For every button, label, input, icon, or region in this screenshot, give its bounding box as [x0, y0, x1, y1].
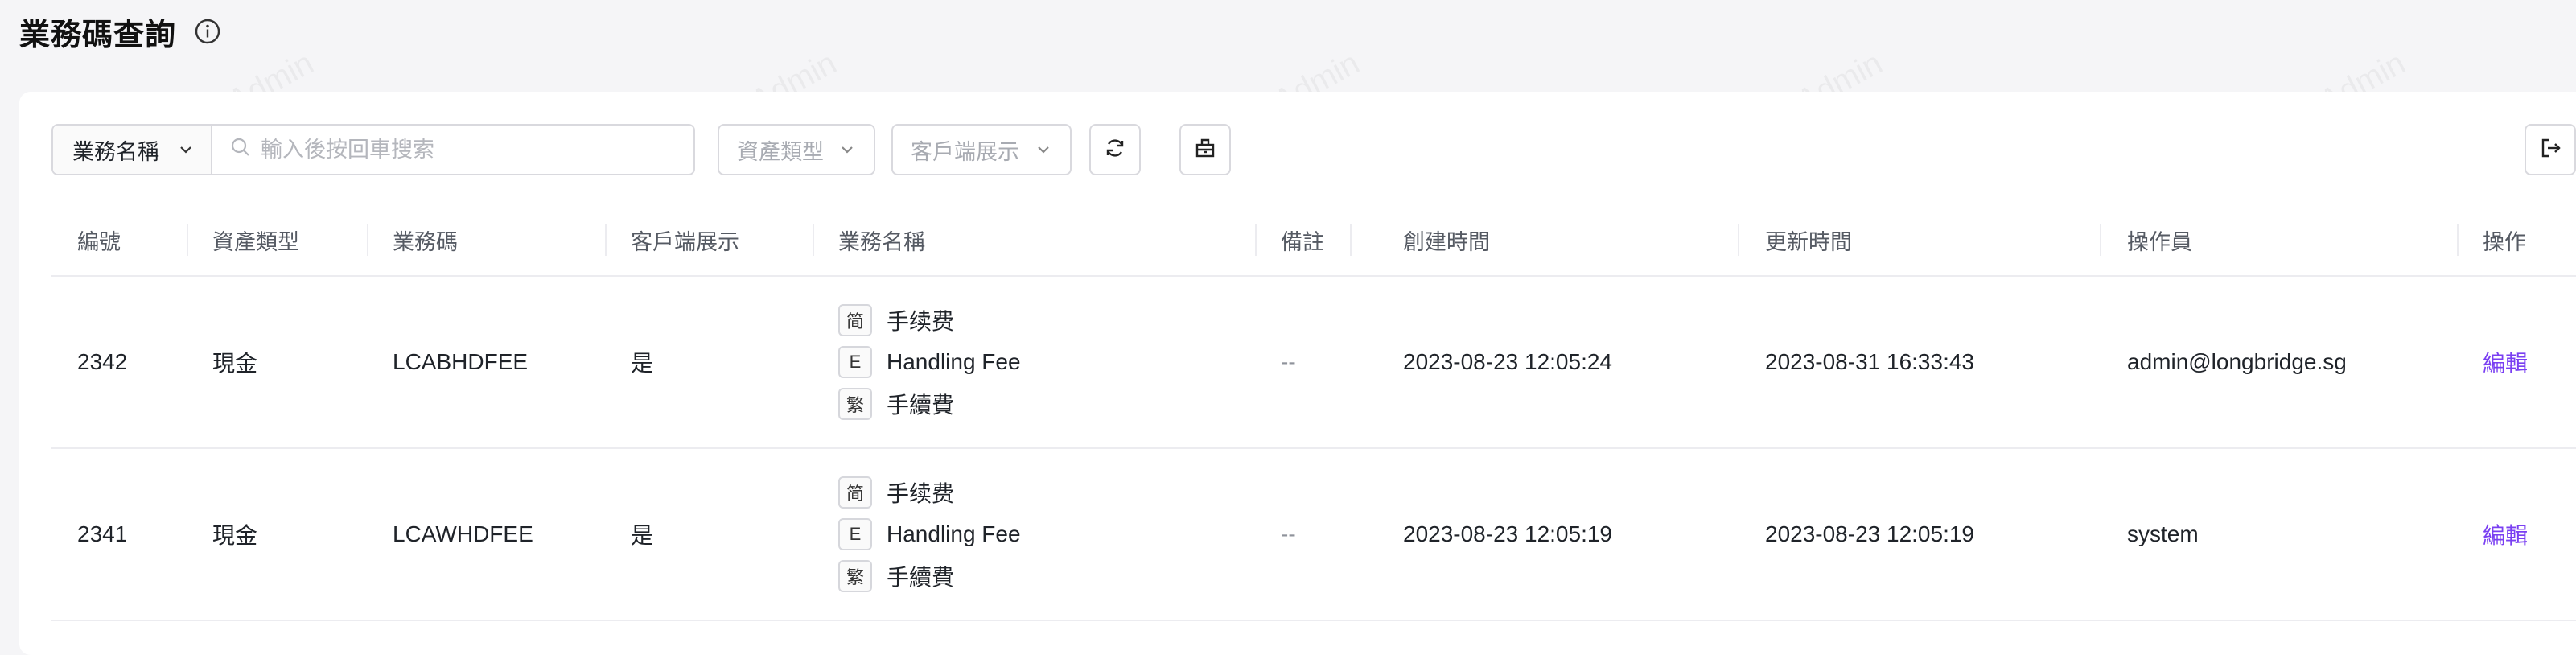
column-divider — [1255, 224, 1257, 256]
cell-asset-type: 現金 — [212, 351, 258, 376]
cell-operator: admin@longbridge.sg — [2127, 349, 2347, 374]
lang-tag: 简 — [838, 304, 872, 336]
cell-code: LCAWHDFEE — [393, 521, 533, 546]
page-title: 業務碼查詢 — [19, 18, 177, 52]
name-line-simplified: 简 手续费 — [838, 475, 954, 510]
cell-business-name: 简 手续费 E Handling Fee 繁 手續費 — [838, 277, 1021, 447]
column-divider — [2100, 224, 2101, 256]
cell-client-display: 是 — [631, 523, 654, 548]
column-header-id: 編號 — [77, 229, 121, 254]
column-header-remark: 備註 — [1281, 229, 1324, 254]
info-circle-icon[interactable] — [194, 18, 221, 45]
cell-operator: system — [2127, 521, 2199, 546]
column-header-business-name: 業務名稱 — [838, 229, 925, 254]
client-display-select[interactable]: 客戶端展示 — [891, 124, 1072, 175]
edit-link[interactable]: 編輯 — [2483, 277, 2528, 447]
clear-button[interactable] — [1179, 124, 1231, 175]
column-divider — [605, 224, 607, 256]
name-text: Handling Fee — [887, 521, 1021, 546]
asset-type-select[interactable]: 資產類型 — [718, 124, 875, 175]
cell-remark: -- — [1281, 349, 1296, 374]
name-text: 手续费 — [887, 481, 955, 506]
chevron-down-icon — [838, 141, 856, 159]
table-header: 編號 資產類型 業務碼 客戶端展示 業務名稱 備註 創建時間 更新時間 操作員 … — [51, 203, 2576, 277]
cell-created-at: 2023-08-23 12:05:24 — [1403, 349, 1612, 374]
name-text: Handling Fee — [887, 349, 1021, 374]
column-header-code: 業務碼 — [393, 229, 458, 254]
column-header-created-at: 創建時間 — [1403, 229, 1490, 254]
column-divider — [1738, 224, 1739, 256]
search-combo: 業務名稱 — [51, 124, 695, 175]
edit-link[interactable]: 編輯 — [2483, 449, 2528, 620]
cell-id: 2341 — [77, 521, 128, 546]
export-button[interactable] — [2525, 124, 2576, 175]
column-header-asset-type: 資產類型 — [212, 229, 299, 254]
asset-type-placeholder: 資產類型 — [737, 139, 824, 164]
cell-updated-at: 2023-08-31 16:33:43 — [1765, 349, 1974, 374]
search-icon — [230, 137, 251, 163]
search-input-wrapper — [212, 126, 693, 174]
export-icon — [2538, 136, 2562, 164]
refresh-button[interactable] — [1089, 124, 1141, 175]
chevron-down-icon — [1035, 141, 1052, 159]
search-field-label: 業務名稱 — [72, 139, 159, 164]
name-text: 手续费 — [887, 309, 955, 334]
search-field-select[interactable]: 業務名稱 — [53, 126, 212, 174]
table-row: 2341 現金 LCAWHDFEE 是 简 手续费 E Handling Fee… — [51, 449, 2576, 621]
cell-remark: -- — [1281, 521, 1296, 546]
lang-tag: E — [838, 346, 872, 378]
main-card: 業務名稱 資產類型 客戶端展示 — [19, 92, 2576, 655]
name-text: 手續費 — [887, 565, 955, 590]
cell-business-name: 简 手续费 E Handling Fee 繁 手續費 — [838, 449, 1021, 620]
lang-tag: 繁 — [838, 388, 872, 420]
name-text: 手續費 — [887, 393, 955, 418]
cell-id: 2342 — [77, 349, 128, 374]
table-row: 2342 現金 LCABHDFEE 是 简 手续费 E Handling Fee… — [51, 277, 2576, 449]
client-display-placeholder: 客戶端展示 — [911, 139, 1019, 164]
toolbar: 業務名稱 資產類型 客戶端展示 — [51, 124, 2576, 175]
lang-tag: E — [838, 518, 872, 550]
column-header-client-display: 客戶端展示 — [631, 229, 739, 254]
name-line-english: E Handling Fee — [838, 517, 1021, 552]
cell-code: LCABHDFEE — [393, 349, 529, 374]
name-line-traditional: 繁 手續費 — [838, 386, 954, 422]
lang-tag: 简 — [838, 476, 872, 509]
lang-tag: 繁 — [838, 560, 872, 592]
cell-client-display: 是 — [631, 351, 654, 376]
name-line-traditional: 繁 手續費 — [838, 558, 954, 594]
column-divider — [367, 224, 368, 256]
column-divider — [187, 224, 188, 256]
chevron-down-icon — [177, 141, 195, 159]
column-divider — [2457, 224, 2459, 256]
column-header-updated-at: 更新時間 — [1765, 229, 1852, 254]
cell-asset-type: 現金 — [212, 523, 258, 548]
cell-updated-at: 2023-08-23 12:05:19 — [1765, 521, 1974, 546]
business-code-table: 編號 資產類型 業務碼 客戶端展示 業務名稱 備註 創建時間 更新時間 操作員 … — [51, 203, 2576, 621]
clear-icon — [1193, 136, 1217, 164]
column-header-operator: 操作員 — [2127, 229, 2192, 254]
column-header-action: 操作 — [2483, 229, 2526, 254]
cell-created-at: 2023-08-23 12:05:19 — [1403, 521, 1612, 546]
search-input[interactable] — [261, 137, 676, 163]
name-line-simplified: 简 手续费 — [838, 303, 954, 338]
name-line-english: E Handling Fee — [838, 344, 1021, 380]
column-divider — [1350, 224, 1352, 256]
page-header: 業務碼查詢 — [19, 6, 221, 56]
column-divider — [813, 224, 814, 256]
refresh-icon — [1103, 136, 1127, 164]
